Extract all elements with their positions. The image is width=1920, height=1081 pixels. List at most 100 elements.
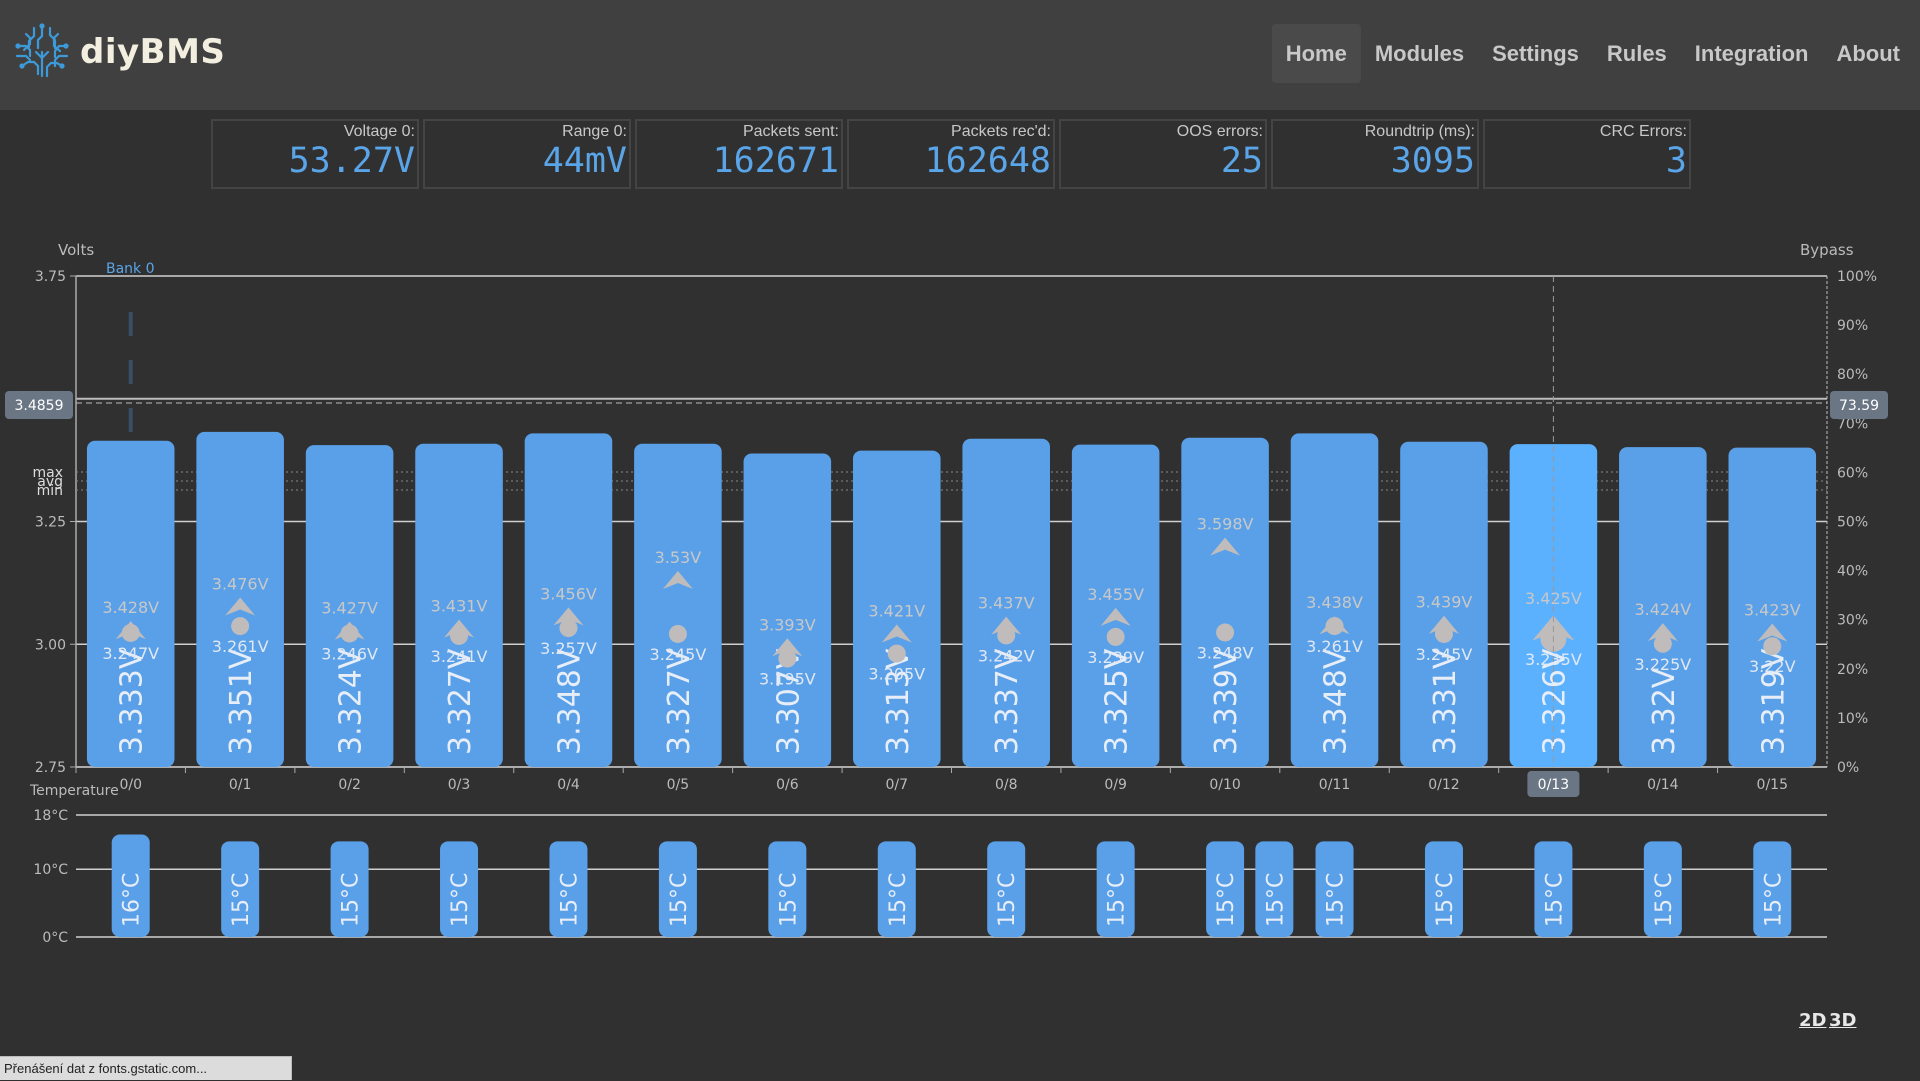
temperature-bar-label: 15°C [448,873,473,927]
voltage-bar-label: 3.348V [1319,648,1354,755]
min-voltage-marker [1216,623,1235,642]
guide-label-min: min [37,483,63,499]
temperature-bar-label: 15°C [1433,873,1458,927]
temperature-bar-label: 15°C [229,873,254,927]
min-voltage-label: 3.247V [102,644,159,663]
max-voltage-label: 3.455V [1087,585,1144,604]
temperature-bar-label: 15°C [776,873,801,927]
voltage-temperature-chart[interactable]: Volts Bypass Bank 0 2.75 3.00 3.25 3.75 0% 10% 20… [0,0,1920,1000]
y-axis-title: Volts [58,241,94,259]
x-tick-label: 0/7 [886,777,909,793]
y2-tick-label: 90% [1837,318,1868,334]
x-tick-label: 0/5 [667,777,690,793]
max-voltage-label: 3.53V [655,548,702,567]
min-voltage-label: 3.257V [540,639,597,658]
max-voltage-label: 3.421V [868,602,925,621]
min-voltage-label: 3.245V [650,645,707,664]
max-voltage-label: 3.456V [540,584,597,603]
temp-tick-label: 0°C [42,930,68,946]
max-voltage-label: 3.476V [212,575,269,594]
y2-tick-label: 20% [1837,662,1868,678]
x-tick-label: 0/11 [1319,777,1350,793]
max-voltage-label: 3.598V [1197,515,1254,534]
y2-tick-label: 50% [1837,515,1868,531]
max-voltage-label: 3.439V [1416,593,1473,612]
temperature-bar-label: 15°C [1542,873,1567,927]
x-tick-label: 0/12 [1428,777,1459,793]
voltage-bar-label: 3.348V [552,648,587,755]
min-voltage-label: 3.241V [431,647,488,666]
temp-tick-label: 18°C [33,808,68,824]
browser-status-bar: Přenášení dat z fonts.gstatic.com... [0,1056,292,1080]
bank-label: Bank 0 [106,261,155,277]
temperature-bar-label: 15°C [886,873,911,927]
y-tick-label: 2.75 [35,760,66,776]
voltage-bar-label: 3.351V [224,648,259,755]
min-voltage-marker [231,617,250,636]
y2-tick-label: 80% [1837,367,1868,383]
view-2d-link[interactable]: 2D [1799,1010,1826,1031]
x-tick-label: 0/2 [338,777,361,793]
max-voltage-label: 3.424V [1634,600,1691,619]
x-tick-label: 0/14 [1647,777,1679,793]
voltage-bar-label: 3.324V [334,648,369,755]
voltage-bar-label: 3.331V [1428,648,1463,755]
y-pointer-value: 3.4859 [15,398,64,414]
x-tick-label: 0/15 [1757,777,1788,793]
min-voltage-label: 3.205V [868,665,925,684]
y-tick-label: 3.75 [35,269,66,285]
temperature-bar-label: 15°C [557,873,582,927]
x-tick-label: 0/10 [1209,777,1240,793]
min-voltage-marker [887,644,906,663]
temp-tick-label: 10°C [33,862,68,878]
min-voltage-label: 3.245V [1416,645,1473,664]
voltage-bar-label: 3.327V [662,648,697,755]
temperature-bar-label: 15°C [1105,873,1130,927]
min-voltage-label: 3.261V [212,637,269,656]
view-3d-link[interactable]: 3D [1829,1010,1856,1031]
min-voltage-label: 3.242V [978,646,1035,665]
max-voltage-label: 3.427V [321,599,378,618]
min-voltage-marker [1763,637,1782,656]
min-voltage-label: 3.22V [1749,657,1796,676]
y2-pointer-value: 73.59 [1839,398,1879,414]
voltage-bar-label: 3.32V [1647,667,1682,755]
max-voltage-label: 3.431V [431,597,488,616]
y2-tick-label: 30% [1837,613,1868,629]
min-voltage-label: 3.225V [1634,655,1691,674]
y-tick-label: 3.25 [35,515,66,531]
min-voltage-label: 3.246V [321,644,378,663]
min-voltage-label: 3.248V [1197,643,1254,662]
max-voltage-label: 3.438V [1306,593,1363,612]
x-tick-label: 0/9 [1104,777,1127,793]
y2-tick-label: 100% [1837,269,1877,285]
min-voltage-marker [1106,627,1125,646]
min-voltage-label: 3.195V [759,670,816,689]
y-tick-label: 3.00 [35,637,66,653]
voltage-bar-label: 3.333V [115,648,150,755]
y2-tick-label: 40% [1837,564,1868,580]
x-tick-label: 0/13 [1538,777,1569,793]
temperature-bar-label: 15°C [1324,873,1349,927]
max-voltage-label: 3.423V [1744,601,1801,620]
x-tick-label: 0/1 [229,777,252,793]
y2-tick-label: 10% [1837,711,1868,727]
x-tick-label: 0/6 [776,777,799,793]
max-voltage-label: 3.393V [759,615,816,634]
min-voltage-label: 3.239V [1087,648,1144,667]
y2-tick-label: 0% [1837,760,1859,776]
x-tick-label: 0/0 [119,777,142,793]
temperature-bar-label: 15°C [1761,873,1786,927]
temperature-bar-label: 15°C [1652,873,1677,927]
y2-tick-label: 60% [1837,465,1868,481]
temperature-bar-label: 15°C [1214,873,1239,927]
temperature-bar-label: 15°C [667,873,692,927]
temperature-bar-label: 16°C [120,873,145,927]
max-voltage-label: 3.437V [978,594,1035,613]
temperature-bar-label: 15°C [995,873,1020,927]
x-tick-label: 0/8 [995,777,1018,793]
temperature-axis-title: Temperature [29,783,119,799]
temperature-bar-label: 15°C [339,873,364,927]
temperature-bar-label: 15°C [1263,873,1288,927]
voltage-bar-label: 3.339V [1209,648,1244,755]
